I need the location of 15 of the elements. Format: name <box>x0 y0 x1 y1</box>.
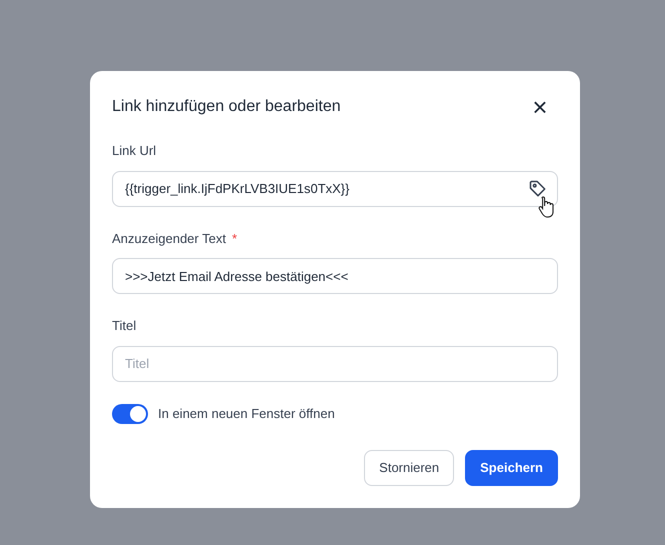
field-label: Anzuzeigender Text <box>112 230 226 248</box>
save-button[interactable]: Speichern <box>465 450 558 486</box>
field-label: Link Url <box>112 142 156 160</box>
field-label: Titel <box>112 317 136 335</box>
toggle-switch[interactable] <box>112 404 148 424</box>
input-field[interactable]: Titel <box>112 346 558 382</box>
input-field[interactable]: >>>Jetzt Email Adresse bestätigen<<< <box>112 258 558 294</box>
hand-cursor-icon <box>538 194 556 218</box>
tag-icon[interactable] <box>528 178 548 198</box>
input-field[interactable]: {{trigger_link.IjFdPKrLVB3IUE1s0TxX}} <box>112 170 558 206</box>
dialog-title: Link hinzufügen oder bearbeiten <box>112 97 341 117</box>
close-button[interactable]: × <box>528 95 552 119</box>
toggle-label: In einem neuen Fenster öffnen <box>158 404 335 423</box>
cancel-button[interactable]: Stornieren <box>364 450 454 486</box>
required-mark: * <box>232 230 238 248</box>
